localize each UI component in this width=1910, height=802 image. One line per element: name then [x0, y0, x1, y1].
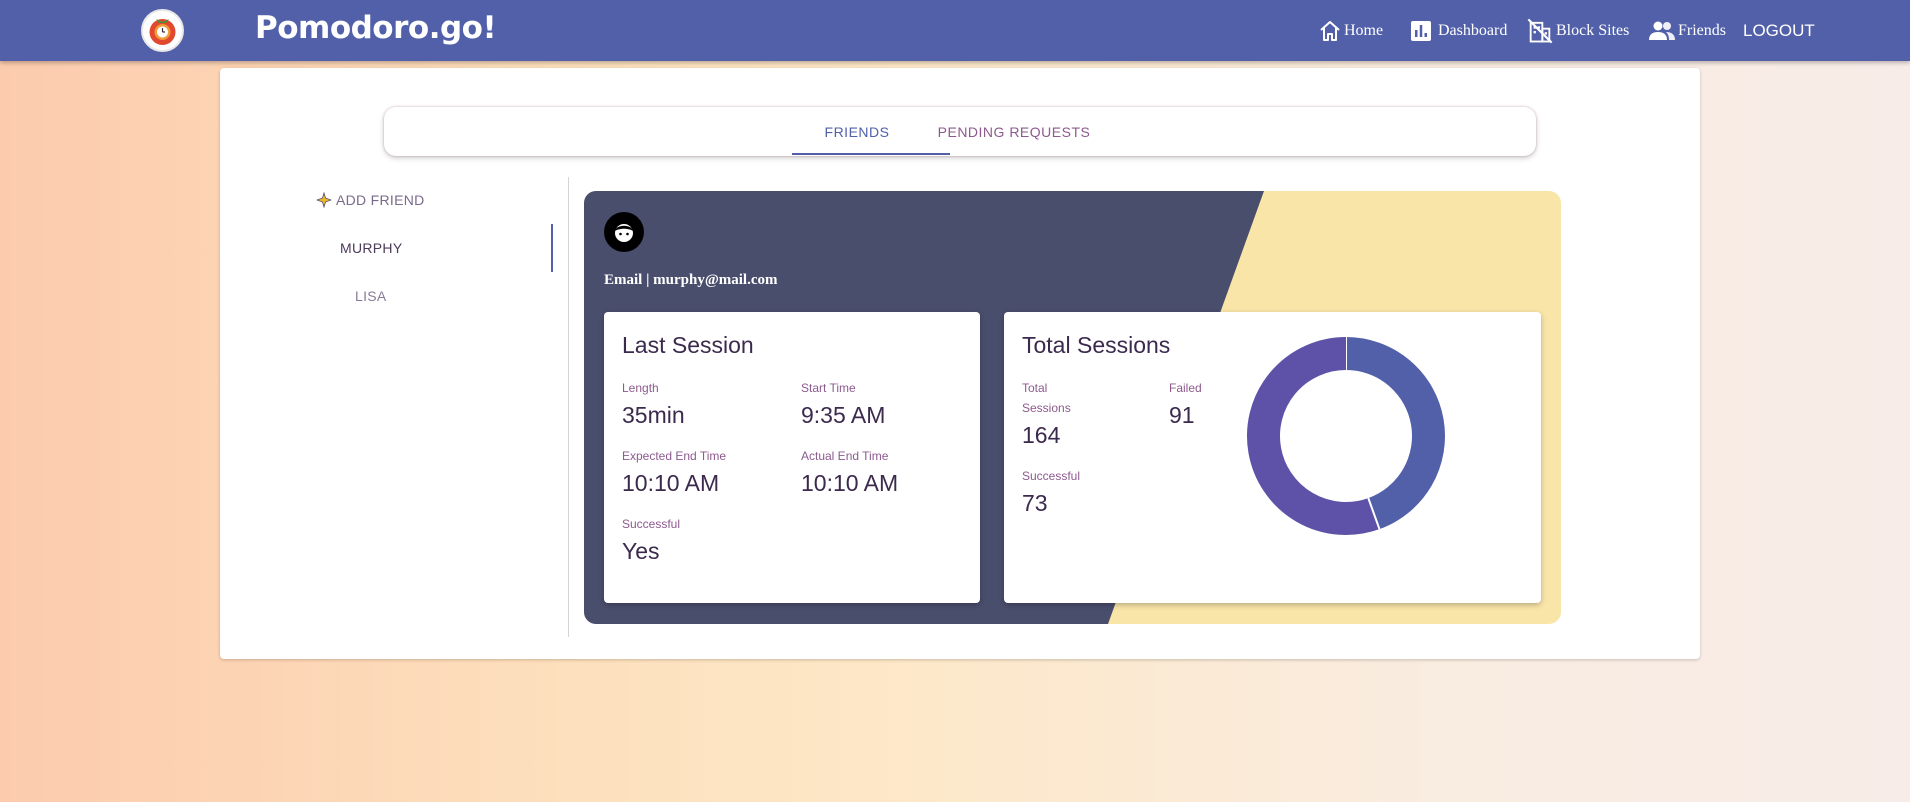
expected-end-value: 10:10 AM	[622, 470, 720, 496]
length-label: Length	[622, 381, 659, 395]
expected-end-label: Expected End Time	[622, 449, 727, 463]
nav-home[interactable]: Home	[1318, 0, 1383, 61]
total-sessions-card: Total Sessions Total Sessions 164 Failed…	[1004, 312, 1541, 603]
tabs-bar: FRIENDS PENDING REQUESTS	[384, 107, 1536, 156]
friend-item-murphy[interactable]: MURPHY	[340, 240, 402, 256]
friend-email: Email | murphy@mail.com	[604, 272, 778, 288]
people-icon	[1649, 21, 1675, 40]
friend-profile-panel: Email | murphy@mail.com Last Session Len…	[584, 191, 1561, 624]
face-icon	[615, 224, 633, 242]
home-icon	[1320, 20, 1340, 41]
top-app-bar: Pomodoro.go! Home Dashboard Block Sites …	[0, 0, 1910, 61]
sessions-donut-chart	[1247, 337, 1445, 535]
tomato-logo-icon[interactable]	[141, 9, 184, 52]
logout-button[interactable]: LOGOUT	[1743, 0, 1815, 61]
friend-active-indicator	[551, 224, 553, 272]
add-friend-label: ADD FRIEND	[336, 192, 425, 208]
actual-end-value: 10:10 AM	[801, 470, 899, 496]
donut-segment-successful	[1345, 337, 1445, 530]
vertical-divider	[568, 177, 569, 637]
avatar[interactable]	[604, 212, 644, 252]
failed-label: Failed	[1169, 381, 1202, 395]
successful-sessions-label: Successful	[1022, 469, 1081, 483]
failed-value: 91	[1169, 402, 1195, 428]
logout-label: LOGOUT	[1743, 20, 1815, 40]
brand-title[interactable]: Pomodoro.go!	[255, 10, 497, 46]
successful-value: Yes	[622, 538, 660, 564]
nav-dashboard-label: Dashboard	[1438, 21, 1508, 39]
nav-block-sites-label: Block Sites	[1556, 21, 1630, 39]
tab-active-indicator	[792, 153, 950, 155]
nav-block-sites[interactable]: Block Sites	[1526, 0, 1629, 61]
nav-home-label: Home	[1344, 21, 1384, 39]
length-value: 35min	[622, 402, 685, 428]
start-time-value: 9:35 AM	[801, 402, 886, 428]
total-sessions-label-line1: Total	[1022, 381, 1048, 395]
add-friend-button[interactable]: ADD FRIEND	[316, 192, 425, 208]
nav-friends-label: Friends	[1678, 21, 1726, 39]
actual-end-label: Actual End Time	[801, 449, 889, 463]
total-sessions-title: Total Sessions	[1022, 332, 1171, 358]
last-session-title: Last Session	[622, 332, 754, 358]
domain-disabled-icon	[1527, 18, 1553, 43]
nav-dashboard[interactable]: Dashboard	[1409, 0, 1507, 61]
bar-chart-icon	[1411, 20, 1431, 41]
friend-item-lisa[interactable]: LISA	[355, 288, 387, 304]
total-sessions-value: 164	[1022, 422, 1061, 448]
successful-label: Successful	[622, 517, 681, 531]
donut-segment-failed	[1247, 337, 1380, 535]
start-time-label: Start Time	[801, 381, 856, 395]
sparkle-add-icon	[316, 192, 332, 208]
successful-sessions-value: 73	[1022, 490, 1048, 516]
last-session-card: Last Session Length 35min Start Time 9:3…	[604, 312, 980, 603]
tab-friends[interactable]: FRIENDS	[792, 107, 922, 156]
total-sessions-label-line2: Sessions	[1022, 401, 1071, 415]
tab-pending-requests[interactable]: PENDING REQUESTS	[929, 107, 1099, 156]
nav-friends[interactable]: Friends	[1648, 0, 1726, 61]
